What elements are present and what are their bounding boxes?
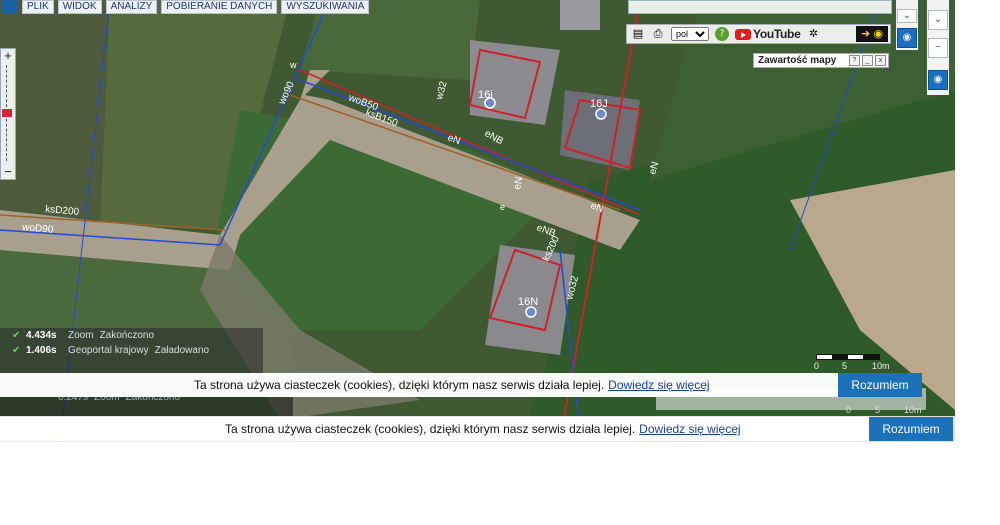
cookie-accept-button[interactable]: Rozumiem [838, 373, 922, 397]
youtube-link[interactable]: YouTube [735, 27, 801, 41]
zoom-out-button[interactable]: − [1, 165, 15, 179]
parcel-marker-16J [595, 108, 607, 120]
rear-scale-labels: 0 5 10m [846, 405, 922, 415]
panel-help-button[interactable]: ? [849, 55, 860, 66]
menu-widok[interactable]: WIDOK [57, 0, 102, 14]
map-toolbar: ▤ ⎙ pol ? YouTube ✲ ➜ ◉ [626, 24, 891, 44]
cookie-more-link-rear[interactable]: Dowiedz się więcej [639, 422, 740, 436]
menu-plik[interactable]: PLIK [22, 0, 54, 14]
utility-label-e: e [500, 202, 505, 212]
scale-bar: 0 5 10m [812, 352, 892, 371]
parcel-label-16i: 16i [478, 89, 493, 101]
building-16i [470, 40, 560, 125]
scale-bar-graphic [816, 354, 880, 360]
visibility-toggle-button[interactable]: ➜ ◉ [856, 26, 888, 42]
overview-map[interactable] [628, 0, 892, 14]
menu-pobieranie-danych[interactable]: POBIERANIE DANYCH [161, 0, 278, 14]
zoom-control: + − [0, 48, 16, 180]
map-contents-panel: Zawartość mapy ? _ x [753, 53, 889, 68]
cookie-banner-rear: Ta strona używa ciasteczek (cookies), dz… [0, 417, 953, 441]
cookie-accept-button-rear[interactable]: Rozumiem [869, 417, 953, 441]
share-icon[interactable]: ✲ [806, 27, 820, 41]
log-row: ✔ 1.406s Geoportal krajowy Załadowano [12, 345, 210, 356]
cookie-message-rear: Ta strona używa ciasteczek (cookies), dz… [225, 422, 741, 436]
parcel-marker-16N [525, 306, 537, 318]
log-row: ✔ 4.434s Zoom Zakończono [12, 330, 155, 341]
language-select[interactable]: pol [671, 27, 709, 41]
side-up-button-rear[interactable]: ⌄ [928, 10, 948, 30]
utility-label-eN-2: eN [512, 176, 525, 191]
parcel-label-16J: 16J [590, 98, 608, 110]
print-icon[interactable]: ⎙ [651, 27, 665, 41]
panel-minimize-button[interactable]: _ [862, 55, 873, 66]
cookie-more-link[interactable]: Dowiedz się więcej [608, 378, 709, 392]
side-eye-button-rear[interactable]: ◉ [928, 70, 948, 90]
legend-icon[interactable]: ▤ [631, 27, 645, 41]
side-minimize-button[interactable]: − [928, 38, 948, 58]
zoom-in-button[interactable]: + [1, 49, 15, 63]
app-logo [2, 0, 18, 14]
menu-wyszukiwania[interactable]: WYSZUKIWANIA [281, 0, 370, 14]
youtube-label: YouTube [753, 27, 801, 41]
zoom-handle[interactable] [2, 109, 12, 117]
check-icon: ✔ [12, 345, 21, 356]
map-contents-title: Zawartość mapy [758, 55, 837, 66]
side-eye-button[interactable]: ◉ [897, 28, 917, 48]
status-log: ✔ 4.434s Zoom Zakończono ✔ 1.406s Geopor… [0, 328, 263, 374]
geoportal-app: 16i 16J 16N wo90 woB50 ksB150 eN eNB eN … [0, 0, 1000, 525]
side-up-button[interactable]: ⌄ [897, 9, 917, 23]
youtube-icon [735, 28, 751, 40]
cookie-message: Ta strona używa ciasteczek (cookies), dz… [194, 378, 710, 392]
panel-close-button[interactable]: x [875, 55, 886, 66]
help-icon[interactable]: ? [715, 27, 729, 41]
menu-analizy[interactable]: ANALIZY [105, 0, 158, 14]
parcel-label-16N: 16N [518, 296, 538, 308]
field-left [0, 0, 110, 225]
cookie-banner: Ta strona używa ciasteczek (cookies), dz… [0, 373, 922, 397]
check-icon: ✔ [12, 330, 21, 341]
utility-label-w: w [289, 60, 297, 70]
main-menu: PLIK WIDOK ANALIZY POBIERANIE DANYCH WYS… [0, 0, 370, 14]
